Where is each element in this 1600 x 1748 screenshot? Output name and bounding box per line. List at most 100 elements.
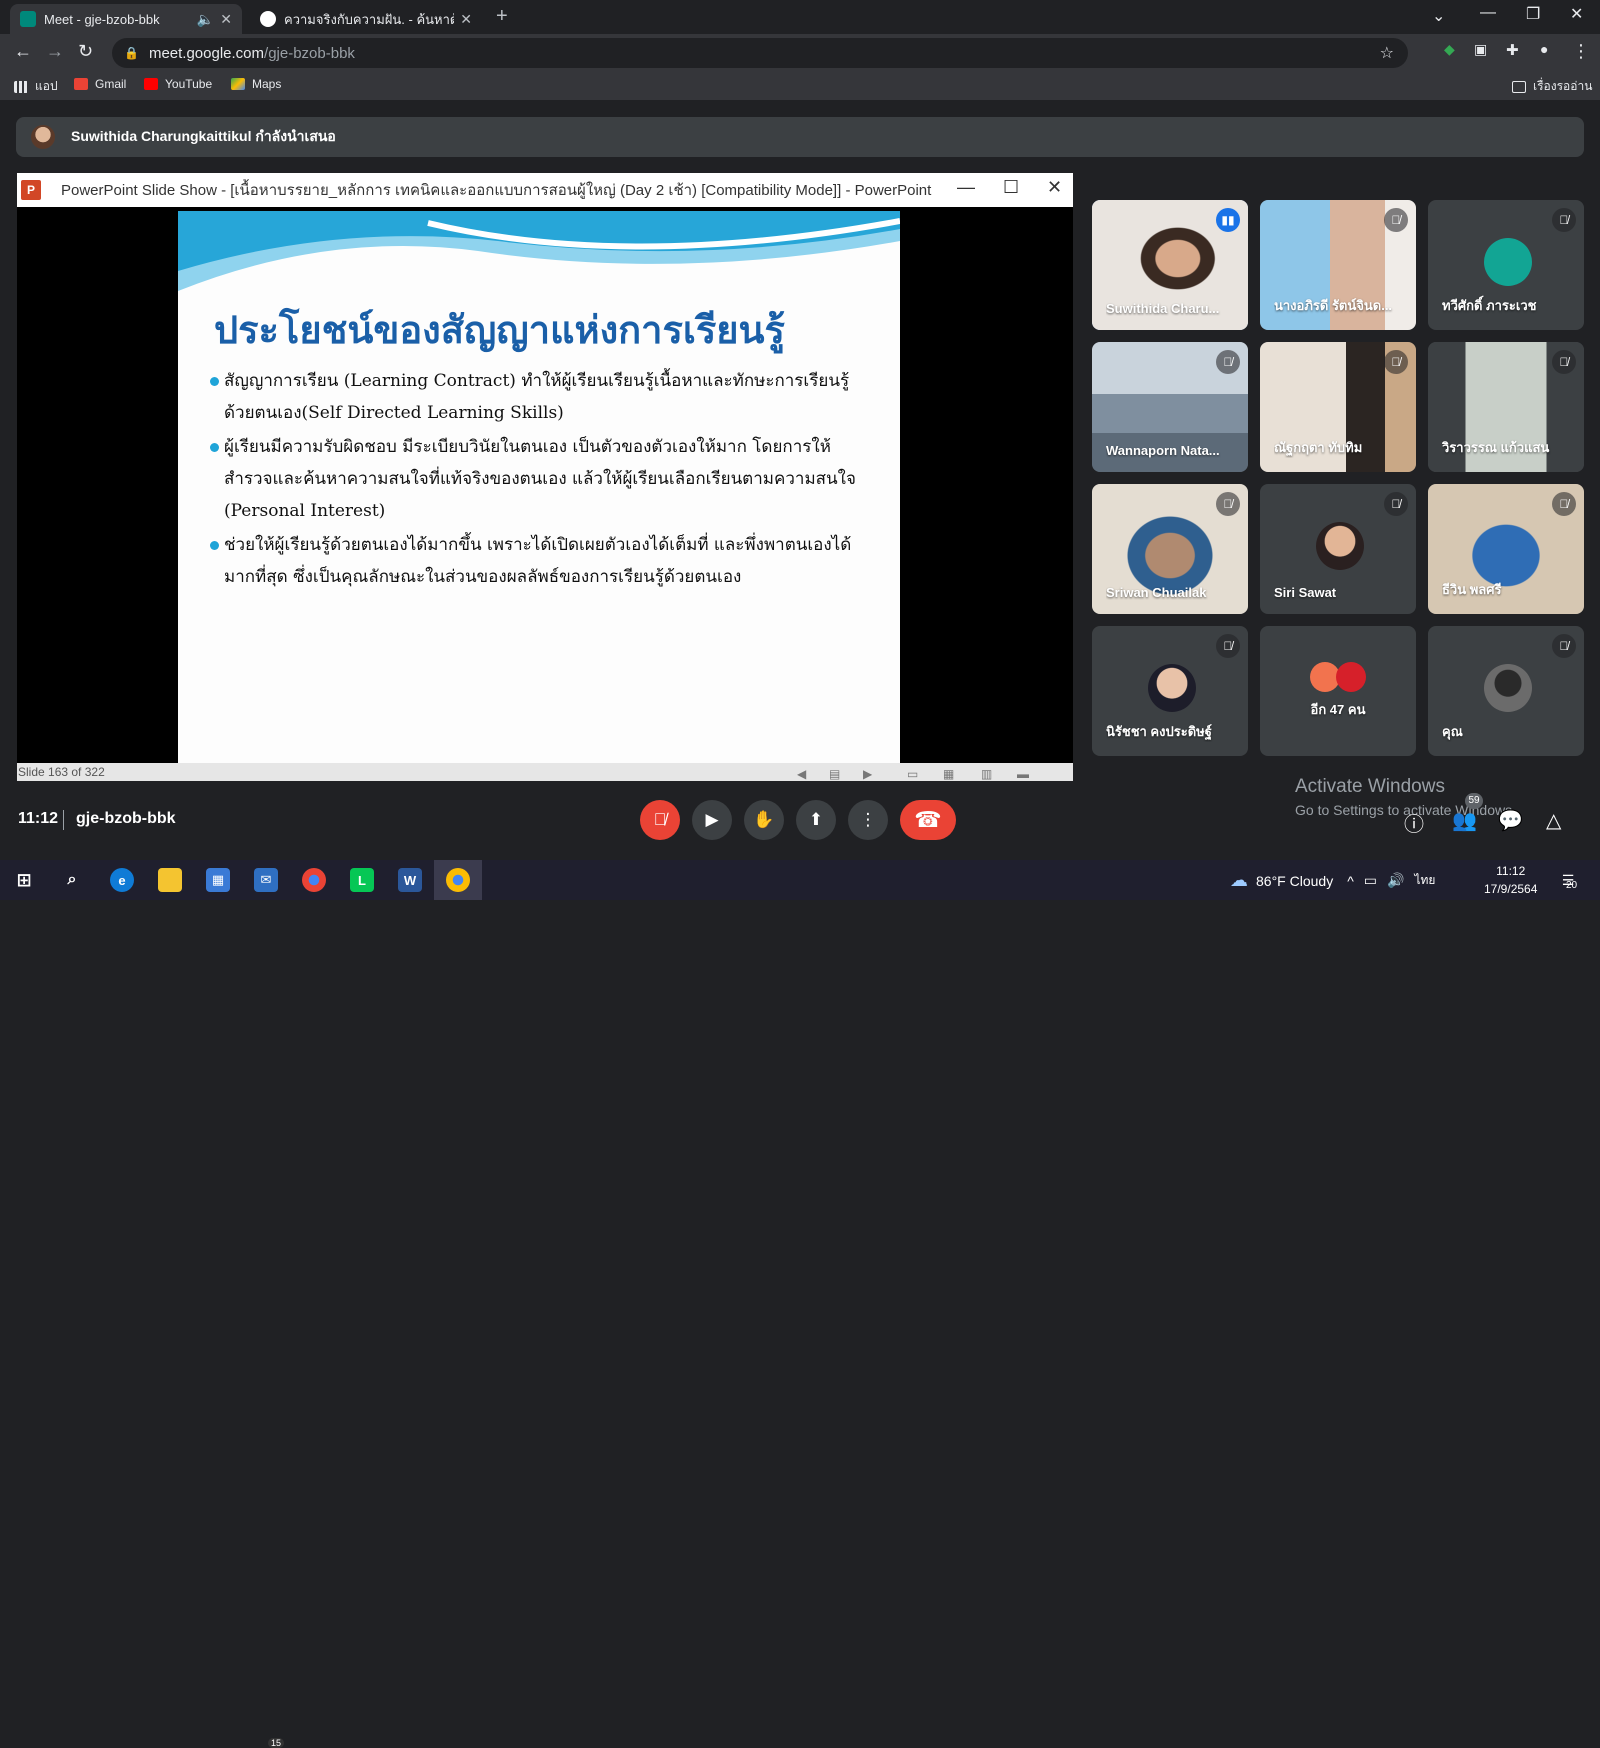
- slide: ประโยชน์ของสัญญาแห่งการเรียนรู้ สัญญาการ…: [178, 211, 900, 763]
- next-slide-icon: ▶: [863, 767, 873, 781]
- participant-avatar: [1484, 664, 1532, 712]
- activities-icon[interactable]: △: [1546, 808, 1561, 833]
- raise-hand-button[interactable]: ✋: [744, 800, 784, 840]
- browser-toolbar: ← → ↻ 🔒 meet.google.com/gje-bzob-bbk ☆ ◆…: [0, 34, 1600, 72]
- extension-shield-icon[interactable]: ◆: [1444, 41, 1455, 58]
- windows-taskbar: ⊞ ⌕ e ▦ ✉ 15 L W ☁ 86°F Cloudy ^ ▭ 🔊 ไทย…: [0, 860, 1600, 1748]
- tab-meet[interactable]: Meet - gje-bzob-bbk 🔈 ✕: [10, 4, 242, 34]
- edge-icon[interactable]: e: [110, 868, 134, 892]
- slide-title: ประโยชน์ของสัญญาแห่งการเรียนรู้: [214, 308, 785, 352]
- participant-tile[interactable]: 🎙̸ Sriwan Chuailak: [1092, 484, 1248, 614]
- mic-off-icon: 🎙̸: [1552, 208, 1576, 232]
- powerpoint-title-bar: P PowerPoint Slide Show - [เนื้อหาบรรยาย…: [17, 173, 1073, 207]
- browser-tab-bar: Meet - gje-bzob-bbk 🔈 ✕ ความจริงกับความฝ…: [0, 0, 1600, 34]
- participant-tile[interactable]: 🎙̸ ธีวิน พลศรี: [1428, 484, 1584, 614]
- file-explorer-icon[interactable]: [158, 868, 182, 892]
- close-window-icon[interactable]: ✕: [1570, 4, 1583, 24]
- volume-icon[interactable]: 🔊: [1387, 872, 1404, 889]
- extensions-puzzle-icon[interactable]: ✚: [1506, 41, 1519, 59]
- participant-avatar: [1148, 664, 1196, 712]
- divider: [63, 810, 64, 830]
- windows-start-icon[interactable]: ⊞: [12, 868, 36, 892]
- present-button[interactable]: ⬆: [796, 800, 836, 840]
- close-tab-icon[interactable]: ✕: [460, 11, 472, 28]
- google-favicon-icon: [260, 11, 276, 27]
- participant-tile[interactable]: 🎙̸ ทวีศักดิ์ ภาระเวช: [1428, 200, 1584, 330]
- camera-toggle-button[interactable]: ▶: [692, 800, 732, 840]
- people-icon[interactable]: 👥: [1452, 808, 1477, 833]
- bookmark-gmail[interactable]: Gmail: [74, 77, 126, 91]
- powerpoint-logo-icon: P: [21, 180, 41, 200]
- normal-view-icon: ▭: [907, 767, 919, 781]
- meeting-code: gje-bzob-bbk: [76, 810, 176, 827]
- more-participants-tile[interactable]: อีก 47 คน: [1260, 626, 1416, 756]
- phone-hangup-icon: ☎: [914, 807, 942, 832]
- bookmarks-bar: แอป Gmail YouTube Maps เรื่องรออ่าน: [0, 72, 1600, 100]
- mic-off-icon: 🎙̸: [1384, 492, 1408, 516]
- chrome-icon[interactable]: [302, 868, 326, 892]
- mic-off-icon: 🎙̸: [1216, 492, 1240, 516]
- bullet-dot: [210, 377, 219, 386]
- word-icon[interactable]: W: [398, 868, 422, 892]
- mic-toggle-button[interactable]: 🎙̸: [640, 800, 680, 840]
- chrome-menu-icon[interactable]: ⋮: [1572, 41, 1590, 62]
- participant-avatar: [1316, 522, 1364, 570]
- presentation-window: P PowerPoint Slide Show - [เนื้อหาบรรยาย…: [17, 173, 1073, 781]
- end-call-button[interactable]: ☎: [900, 800, 956, 840]
- bookmark-maps[interactable]: Maps: [231, 77, 281, 91]
- participant-tile-self[interactable]: 🎙̸ คุณ: [1428, 626, 1584, 756]
- bookmark-youtube[interactable]: YouTube: [144, 77, 212, 91]
- info-icon[interactable]: ⓘ: [1404, 808, 1424, 837]
- speaker-icon[interactable]: 🔈: [197, 11, 214, 28]
- participant-tile[interactable]: 🎙̸ Wannaporn Nata...: [1092, 342, 1248, 472]
- new-tab-icon[interactable]: +: [496, 5, 508, 28]
- tray-arrow-icon[interactable]: ^: [1347, 873, 1354, 889]
- extension-box-icon[interactable]: ▣: [1474, 41, 1487, 58]
- forward-icon[interactable]: →: [46, 41, 64, 62]
- participant-tile[interactable]: 🎙̸ ณัฐกฤตา ทับทิม: [1260, 342, 1416, 472]
- presenter-avatar: [31, 125, 55, 149]
- network-icon[interactable]: ▭: [1364, 872, 1377, 889]
- slide-menu-icon: ▤: [829, 767, 841, 781]
- camera-icon: ▶: [705, 810, 719, 829]
- profile-icon[interactable]: ●: [1540, 41, 1548, 57]
- slide-bullet: ช่วยให้ผู้เรียนรู้ด้วยตนเองได้มากขึ้น เพ…: [210, 529, 864, 593]
- taskbar-clock[interactable]: 11:12 17/9/2564: [1484, 862, 1537, 898]
- hand-icon: ✋: [753, 810, 775, 829]
- ppt-minimize-icon: —: [957, 177, 975, 197]
- presenting-banner: Suwithida Charungkaittikul กำลังนำเสนอ: [16, 117, 1584, 157]
- tab-google-search[interactable]: ความจริงกับความฝัน. - ค้นหาด้วย Goo ✕: [250, 4, 482, 34]
- reload-icon[interactable]: ↻: [78, 41, 93, 62]
- participant-tile[interactable]: 🎙̸ วิราวรรณ แก้วแสน: [1428, 342, 1584, 472]
- reading-list[interactable]: เรื่องรออ่าน: [1512, 77, 1592, 96]
- maps-icon: [231, 78, 245, 90]
- line-icon[interactable]: L: [350, 868, 374, 892]
- participant-tile[interactable]: ▮▮ Suwithida Charu...: [1092, 200, 1248, 330]
- sorter-view-icon: ▦: [943, 767, 955, 781]
- participant-tile[interactable]: 🎙̸ นางอภิรดี รัตน์จินด...: [1260, 200, 1416, 330]
- more-options-button[interactable]: ⋮: [848, 800, 888, 840]
- meet-favicon-icon: [20, 11, 36, 27]
- mail-icon[interactable]: ✉: [254, 868, 278, 892]
- restore-window-icon[interactable]: ❐: [1526, 4, 1540, 24]
- address-bar[interactable]: 🔒 meet.google.com/gje-bzob-bbk ☆: [112, 38, 1408, 68]
- notification-count: 20: [1566, 880, 1578, 891]
- bullet-dot: [210, 541, 219, 550]
- search-icon[interactable]: ⌕: [60, 868, 84, 892]
- reading-view-icon: ▥: [981, 767, 993, 781]
- chrome-icon[interactable]: [446, 868, 470, 892]
- tab-search-icon[interactable]: ⌄: [1432, 6, 1445, 26]
- minimize-window-icon[interactable]: —: [1480, 4, 1496, 22]
- store-icon[interactable]: ▦: [206, 868, 230, 892]
- participant-avatar: [1484, 238, 1532, 286]
- language-indicator[interactable]: ไทย: [1414, 871, 1435, 890]
- bookmark-star-icon[interactable]: ☆: [1380, 43, 1394, 63]
- apps-grid-icon: [14, 80, 28, 93]
- chat-icon[interactable]: 💬: [1498, 808, 1523, 833]
- close-tab-icon[interactable]: ✕: [220, 11, 232, 28]
- bookmark-apps[interactable]: แอป: [14, 77, 58, 96]
- back-icon[interactable]: ←: [14, 41, 32, 62]
- participant-tile[interactable]: 🎙̸ นิรัชชา คงประดิษฐ์: [1092, 626, 1248, 756]
- participant-tile[interactable]: 🎙̸ Siri Sawat: [1260, 484, 1416, 614]
- gmail-icon: [74, 78, 88, 90]
